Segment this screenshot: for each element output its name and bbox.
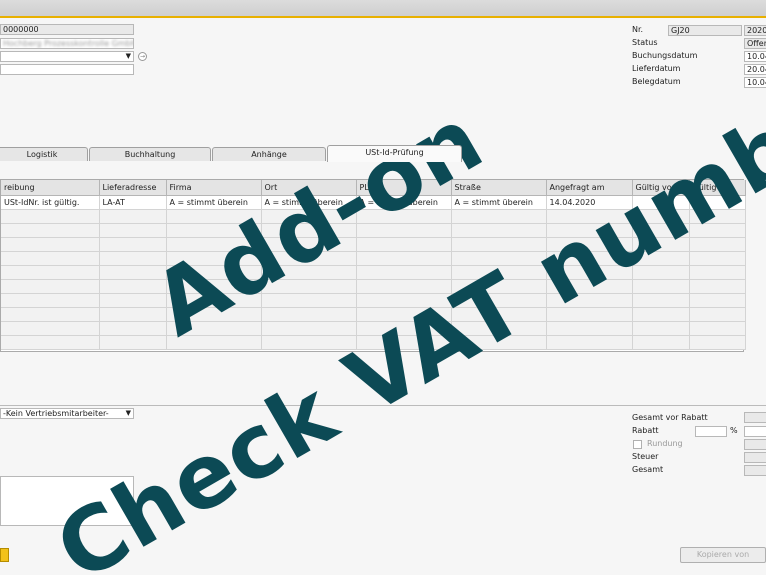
table-row[interactable] xyxy=(1,237,746,252)
table-row[interactable] xyxy=(1,223,746,238)
chevron-down-icon[interactable]: ▼ xyxy=(126,52,131,61)
cell-street: A = stimmt überein xyxy=(451,195,547,210)
col-header-city[interactable]: Ort xyxy=(261,180,357,196)
discount-percent-field[interactable] xyxy=(695,426,727,437)
link-arrow-icon[interactable]: → xyxy=(138,52,147,61)
cell-delivery-address: LA-AT xyxy=(99,195,167,210)
table-row[interactable] xyxy=(1,209,746,224)
col-header-street[interactable]: Straße xyxy=(451,180,547,196)
col-header-delivery-address[interactable]: Lieferadresse xyxy=(99,180,167,196)
delivery-date-field[interactable]: 20.04 xyxy=(744,64,766,75)
table-row[interactable] xyxy=(1,321,746,336)
discount-label: Rabatt xyxy=(632,426,659,435)
rounding-field xyxy=(744,439,766,450)
cell-company: A = stimmt überein xyxy=(166,195,262,210)
cell-description: USt-IdNr. ist gültig. xyxy=(1,195,100,210)
status-label: Status xyxy=(632,38,658,47)
col-header-requested-on[interactable]: Angefragt am xyxy=(546,180,633,196)
number-field[interactable]: 20200 xyxy=(744,25,766,36)
window-titlebar xyxy=(0,0,766,18)
discount-amount-field[interactable] xyxy=(744,426,766,437)
sales-employee-combo[interactable]: -Kein Vertriebsmitarbeiter- ▼ xyxy=(0,408,134,419)
col-header-zip[interactable]: PLZ xyxy=(356,180,452,196)
table-row[interactable] xyxy=(1,293,746,308)
number-label: Nr. xyxy=(632,25,644,34)
col-header-description[interactable]: reibung xyxy=(1,180,100,196)
table-row[interactable] xyxy=(1,265,746,280)
posting-date-field[interactable]: 10.04 xyxy=(744,51,766,62)
tab-ust-id-pruefung[interactable]: USt-Id-Prüfung xyxy=(327,145,462,162)
remarks-textarea[interactable] xyxy=(0,476,134,526)
number-series-field[interactable]: GJ20 xyxy=(668,25,742,36)
total-before-discount-label: Gesamt vor Rabatt xyxy=(632,413,708,422)
customer-name-text: Hochberg Prozesskontrolle GmbH xyxy=(3,39,134,48)
col-header-company[interactable]: Firma xyxy=(166,180,262,196)
customer-name-field[interactable]: Hochberg Prozesskontrolle GmbH xyxy=(0,38,134,49)
status-field: Offer xyxy=(744,38,766,49)
tax-label: Steuer xyxy=(632,452,659,461)
cell-requested-on: 14.04.2020 xyxy=(546,195,633,210)
rounding-label: Rundung xyxy=(647,439,683,448)
section-divider xyxy=(0,405,766,406)
table-row[interactable] xyxy=(1,335,746,350)
total-before-discount-field xyxy=(744,412,766,423)
document-date-label: Belegdatum xyxy=(632,77,681,86)
document-date-field[interactable]: 10.04 xyxy=(744,77,766,88)
copy-from-button[interactable]: Kopieren von xyxy=(680,547,766,563)
tax-field xyxy=(744,452,766,463)
ok-button[interactable] xyxy=(0,548,9,562)
tab-anhaenge[interactable]: Anhänge xyxy=(212,147,326,161)
col-header-valid-from[interactable]: Gültig von xyxy=(632,180,690,196)
percent-unit: % xyxy=(730,426,738,435)
table-row[interactable] xyxy=(1,307,746,322)
col-header-valid-to[interactable]: Gültig Bis xyxy=(689,180,746,196)
cell-city: A = stimmt überein xyxy=(261,195,357,210)
total-label: Gesamt xyxy=(632,465,664,474)
contact-person-combo[interactable]: ▼ xyxy=(0,51,134,62)
cell-valid-to xyxy=(689,195,746,210)
delivery-date-label: Lieferdatum xyxy=(632,64,681,73)
total-field xyxy=(744,465,766,476)
grid-header-row: reibung Lieferadresse Firma Ort PLZ Stra… xyxy=(1,180,746,196)
tab-buchhaltung[interactable]: Buchhaltung xyxy=(89,147,211,161)
chevron-down-icon[interactable]: ▼ xyxy=(126,409,131,418)
cell-valid-from xyxy=(632,195,690,210)
cell-zip: A = stimmt überein xyxy=(356,195,452,210)
table-row[interactable]: USt-IdNr. ist gültig. LA-AT A = stimmt ü… xyxy=(1,195,746,210)
table-row[interactable] xyxy=(1,251,746,266)
table-row[interactable] xyxy=(1,279,746,294)
reference-field[interactable] xyxy=(0,64,134,75)
rounding-checkbox[interactable] xyxy=(633,440,642,449)
posting-date-label: Buchungsdatum xyxy=(632,51,698,60)
sales-document-window: 0000000 Hochberg Prozesskontrolle GmbH ▼… xyxy=(0,0,766,575)
vat-check-grid: reibung Lieferadresse Firma Ort PLZ Stra… xyxy=(0,179,746,352)
tab-logistik[interactable]: Logistik xyxy=(0,147,88,161)
sales-employee-value: -Kein Vertriebsmitarbeiter- xyxy=(3,409,109,418)
document-number-field[interactable]: 0000000 xyxy=(0,24,134,35)
